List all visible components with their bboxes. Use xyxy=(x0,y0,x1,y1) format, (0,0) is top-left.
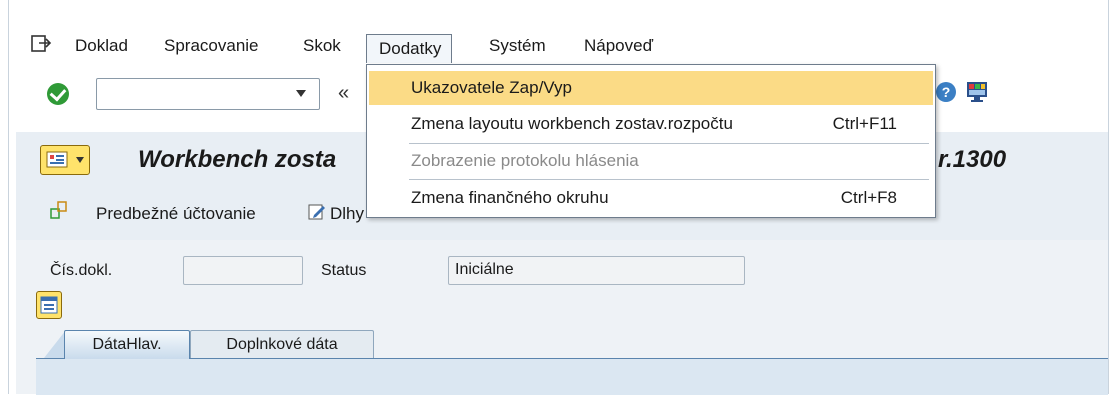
menu-toggle-button[interactable] xyxy=(40,145,90,175)
help-icon[interactable]: ? xyxy=(936,82,956,102)
command-field[interactable] xyxy=(96,78,320,110)
tab-panel xyxy=(36,358,1108,395)
menu-skok[interactable]: Skok xyxy=(303,36,341,56)
menu-item-label: Zmena finančného okruhu xyxy=(411,188,609,207)
window-frame-right xyxy=(1108,0,1109,394)
menu-dodatky[interactable]: Dodatky xyxy=(366,34,453,63)
status-label: Status xyxy=(321,262,367,279)
menu-item-zmena-layoutu[interactable]: Zmena layoutu workbench zostav.rozpočtu … xyxy=(369,107,933,141)
menu-system[interactable]: Systém xyxy=(489,36,546,56)
exit-icon[interactable] xyxy=(30,33,52,55)
ok-icon[interactable] xyxy=(47,83,69,105)
menu-doklad[interactable]: Doklad xyxy=(75,36,128,56)
collapse-toolbar-button[interactable]: « xyxy=(338,82,349,105)
nav-button[interactable] xyxy=(36,291,62,319)
dodatky-dropdown-menu: Ukazovatele Zap/Vyp Zmena layoutu workbe… xyxy=(366,64,936,218)
chevron-down-icon[interactable] xyxy=(296,90,306,97)
predbezne-uctovanie-button[interactable]: Predbežné účtovanie xyxy=(96,204,256,224)
doc-number-label: Čís.dokl. xyxy=(50,262,113,279)
menu-item-zmena-fin-okruhu[interactable]: Zmena finančného okruhu Ctrl+F8 xyxy=(369,181,933,215)
page-title: Workbench zosta xyxy=(138,146,337,173)
chevron-down-icon xyxy=(76,157,84,163)
status-field: Iniciálne xyxy=(448,256,745,285)
dlhy-button[interactable]: Dlhy xyxy=(330,204,364,224)
menu-separator xyxy=(409,179,929,180)
post-icon xyxy=(50,201,67,219)
menu-bar xyxy=(9,0,1108,66)
edit-icon xyxy=(308,204,325,220)
menu-item-label: Zmena layoutu workbench zostav.rozpočtu xyxy=(411,114,733,133)
tab-datahlav[interactable]: DátaHlav. xyxy=(64,330,190,359)
nav-icon xyxy=(40,296,58,314)
tab-slant xyxy=(44,330,66,358)
menu-napoved[interactable]: Nápoveď xyxy=(584,36,653,56)
menu-spracovanie[interactable]: Spracovanie xyxy=(164,36,259,56)
menu-item-shortcut: Ctrl+F8 xyxy=(840,188,897,207)
tab-doplnkove-data[interactable]: Doplnkové dáta xyxy=(190,330,374,358)
page-title-end: r.1300 xyxy=(938,146,1007,173)
menu-toggle-icon xyxy=(46,151,68,168)
menu-item-label: Zobrazenie protokolu hlásenia xyxy=(411,151,639,170)
menu-item-ukazovatele[interactable]: Ukazovatele Zap/Vyp xyxy=(369,71,933,105)
menu-item-label: Ukazovatele Zap/Vyp xyxy=(411,78,572,97)
status-value: Iniciálne xyxy=(455,261,514,278)
menu-item-zobrazenie-protokolu: Zobrazenie protokolu hlásenia xyxy=(369,144,933,178)
doc-number-field[interactable] xyxy=(183,256,303,285)
layout-icon[interactable] xyxy=(965,80,989,104)
menu-item-shortcut: Ctrl+F11 xyxy=(832,114,897,133)
